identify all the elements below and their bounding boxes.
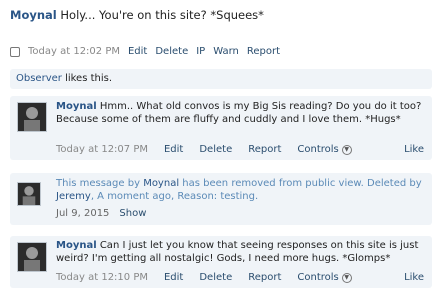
- comment-item: Moynal Hmm.. What old convos is my Big S…: [10, 96, 432, 160]
- liker-name[interactable]: Observer: [16, 73, 62, 84]
- comment-author[interactable]: Moynal: [56, 240, 97, 251]
- delete-link[interactable]: Delete: [199, 144, 232, 155]
- removed-author[interactable]: Moynal: [143, 178, 179, 189]
- likes-bar: Observer likes this.: [10, 69, 432, 89]
- controls-menu[interactable]: Controls ▼: [297, 144, 352, 155]
- comment-body: Moynal Hmm.. What old convos is my Big S…: [56, 101, 424, 126]
- avatar[interactable]: [17, 102, 47, 132]
- deleted-by[interactable]: Jeremy: [56, 191, 91, 202]
- removed-suffix: , A moment ago, Reason: testing.: [90, 190, 259, 202]
- report-link[interactable]: Report: [247, 46, 280, 57]
- edit-link[interactable]: Edit: [164, 272, 183, 283]
- comment-text: Hmm.. What old convos is my Big Sis read…: [56, 101, 422, 125]
- show-link[interactable]: Show: [119, 208, 146, 219]
- post-meta: Today at 12:02 PM Edit Delete IP Warn Re…: [10, 46, 280, 57]
- controls-menu[interactable]: Controls ▼: [297, 272, 352, 283]
- removed-notice: This message by Moynal has been removed …: [56, 178, 424, 203]
- removed-prefix: This message by: [56, 178, 140, 189]
- delete-link[interactable]: Delete: [199, 272, 232, 283]
- post-author[interactable]: Moynal: [10, 8, 57, 22]
- post-text-row: Moynal Holy... You're on this site? *Squ…: [10, 8, 264, 22]
- chevron-down-icon: ▼: [341, 272, 352, 283]
- chevron-down-icon: ▼: [341, 144, 352, 155]
- comment-text: Can I just let you know that seeing resp…: [56, 240, 419, 264]
- comment-meta: Today at 12:07 PM Edit Delete Report Con…: [56, 144, 424, 155]
- comment-body: Moynal Can I just let you know that seei…: [56, 240, 424, 265]
- warn-link[interactable]: Warn: [213, 46, 239, 57]
- avatar[interactable]: [17, 242, 47, 272]
- removed-mid: has been removed from public view. Delet…: [182, 178, 422, 189]
- post-time: Today at 12:02 PM: [28, 46, 120, 57]
- controls-label: Controls: [297, 272, 339, 283]
- comment-item: Moynal Can I just let you know that seei…: [10, 236, 432, 288]
- comment-item-removed: This message by Moynal has been removed …: [10, 173, 432, 225]
- comment-time: Today at 12:07 PM: [56, 144, 148, 155]
- ip-link[interactable]: IP: [196, 46, 205, 57]
- delete-link[interactable]: Delete: [155, 46, 188, 57]
- comment-time: Today at 12:10 PM: [56, 272, 148, 283]
- post-message: Holy... You're on this site? *Squees*: [60, 8, 264, 22]
- avatar[interactable]: [17, 182, 41, 206]
- edit-link[interactable]: Edit: [128, 46, 147, 57]
- like-link[interactable]: Like: [404, 272, 424, 283]
- comment-meta: Today at 12:10 PM Edit Delete Report Con…: [56, 272, 424, 283]
- controls-label: Controls: [297, 144, 339, 155]
- removed-meta: Jul 9, 2015 Show: [56, 208, 424, 219]
- removed-date: Jul 9, 2015: [56, 208, 110, 219]
- likes-text: likes this.: [65, 73, 113, 84]
- like-link[interactable]: Like: [404, 144, 424, 155]
- report-link[interactable]: Report: [248, 144, 281, 155]
- edit-link[interactable]: Edit: [164, 144, 183, 155]
- report-link[interactable]: Report: [248, 272, 281, 283]
- comment-author[interactable]: Moynal: [56, 101, 97, 112]
- checkbox-icon[interactable]: [10, 46, 20, 57]
